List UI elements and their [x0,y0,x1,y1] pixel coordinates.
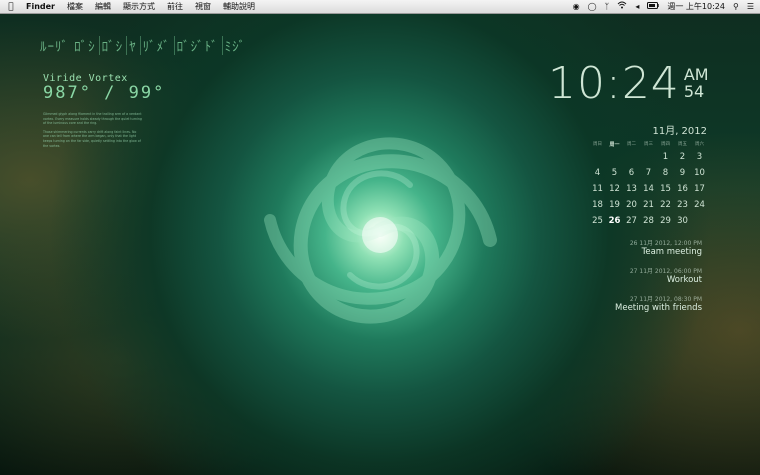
event-title: Meeting with friends [615,303,702,313]
calendar-day[interactable]: 24 [691,199,708,212]
bluetooth-icon[interactable]: ᛉ [605,0,610,13]
volume-icon[interactable]: ◂ [635,0,639,13]
calendar-widget: 11月, 2012 周日 周一 周二 周三 周四 周五 周六 1 2 3 4 5 6 7 8 9 10 11 12 1… [589,122,708,228]
events-list: 26 11月 2012, 12:00 PM Team meeting 27 11月 … [615,238,702,322]
calendar-day[interactable]: 10 [691,167,708,180]
event-item[interactable]: 27 11月 2012, 08:30 PM Meeting with friend… [615,294,702,313]
calendar-title: 11月, 2012 [652,126,707,137]
calendar-day [606,151,623,164]
calendar-day[interactable]: 15 [657,183,674,196]
calendar-day [640,151,657,164]
chat-bubble-icon[interactable]: ◯ [588,0,597,13]
clock-time: 10:24 [548,58,680,109]
galaxy-swirl [264,137,497,324]
wifi-icon[interactable] [617,0,627,13]
calendar-day[interactable]: 4 [589,167,606,180]
alien-glyph-row: ﾙｰﾘﾞ ﾛﾞｼ ﾛﾞｼ ﾔ ﾘﾞﾒﾞ ﾛﾞｼﾞﾄﾞ ﾐｼﾞ [40,36,249,55]
calendar-day[interactable]: 12 [606,183,623,196]
calendar-grid: 周日 周一 周二 周三 周四 周五 周六 1 2 3 4 5 6 7 8 9 10 11 12 13 14 15 16 17 1… [589,141,708,228]
calendar-day[interactable]: 30 [674,215,691,228]
glyph-6: ﾐｼﾞ [224,40,247,55]
calendar-day[interactable]: 3 [691,151,708,164]
calendar-day [691,215,708,228]
calendar-day-today[interactable]: 26 [606,215,623,228]
menubar-clock[interactable]: 週一 上午10:24 [667,1,725,12]
calendar-weekday: 周四 [661,142,670,147]
calendar-weekday: 周一 [609,142,620,148]
menu-window[interactable]: 視窗 [189,0,217,13]
calendar-day[interactable]: 13 [623,183,640,196]
menu-help[interactable]: 輔助說明 [217,0,261,13]
calendar-day[interactable]: 6 [623,167,640,180]
calendar-day[interactable]: 9 [674,167,691,180]
event-title: Team meeting [641,247,702,257]
calendar-day[interactable]: 18 [589,199,606,212]
battery-icon[interactable] [647,0,660,13]
calendar-day[interactable]: 11 [589,183,606,196]
apple-logo-icon[interactable]:  [0,2,22,12]
calendar-day [623,151,640,164]
clock-seconds: 54 [683,82,705,101]
calendar-day[interactable]: 21 [640,199,657,212]
event-item[interactable]: 26 11月 2012, 12:00 PM Team meeting [615,238,702,257]
calendar-day[interactable]: 8 [657,167,674,180]
calendar-day[interactable]: 23 [674,199,691,212]
vortex-paragraph-1: Glimmed glyph along filament in the trai… [43,112,142,126]
calendar-day[interactable]: 19 [606,199,623,212]
menu-view[interactable]: 顯示方式 [117,0,161,13]
clock-ampm: AM [683,65,709,84]
vortex-reading: 987° / 99° [43,83,166,103]
viride-vortex-widget: ﾙｰﾘﾞ ﾛﾞｼ ﾛﾞｼ ﾔ ﾘﾞﾒﾞ ﾛﾞｼﾞﾄﾞ ﾐｼﾞ Viride Vo… [40,36,249,148]
event-title: Workout [666,275,702,285]
calendar-day[interactable]: 22 [657,199,674,212]
event-time: 27 11月 2012, 06:00 PM [629,268,702,275]
glyph-3: ﾔ [129,36,141,55]
calendar-day[interactable]: 17 [691,183,708,196]
calendar-day[interactable]: 16 [674,183,691,196]
calendar-day[interactable]: 7 [640,167,657,180]
event-time: 27 11月 2012, 08:30 PM [629,296,702,303]
calendar-weekday: 周日 [593,142,602,147]
calendar-day[interactable]: 14 [640,183,657,196]
menu-finder[interactable]: Finder [22,0,61,13]
adobe-updater-icon[interactable]: ◉ [573,0,580,13]
glyph-5: ﾛﾞｼﾞﾄﾞ [177,36,223,55]
calendar-day[interactable]: 5 [606,167,623,180]
search-icon[interactable]: ⚲ [733,0,739,13]
glyph-1: ﾙｰﾘﾞ ﾛﾞｼ [40,36,100,55]
calendar-day[interactable]: 2 [674,151,691,164]
calendar-day [589,151,606,164]
calendar-day[interactable]: 1 [657,151,674,164]
calendar-weekday: 周二 [627,142,636,147]
calendar-day[interactable]: 27 [623,215,640,228]
event-item[interactable]: 27 11月 2012, 06:00 PM Workout [615,266,702,285]
menu-edit[interactable]: 編輯 [89,0,117,13]
calendar-day[interactable]: 20 [623,199,640,212]
glyph-2: ﾛﾞｼ [102,36,128,55]
vortex-paragraph-2: Those shimmering currents carry drift al… [43,129,141,148]
menu-file[interactable]: 檔案 [61,0,89,13]
menu-bar:  Finder 檔案 編輯 顯示方式 前往 視窗 輔助說明 ◉ ◯ ᛉ ◂ 週… [0,0,760,14]
calendar-weekday: 周六 [695,142,704,147]
calendar-day[interactable]: 29 [657,215,674,228]
calendar-day[interactable]: 28 [640,215,657,228]
event-time: 26 11月 2012, 12:00 PM [629,240,702,247]
desktop-clock: 10:24 AM 54 [548,60,709,108]
glyph-4: ﾘﾞﾒﾞ [143,36,175,55]
menu-go[interactable]: 前往 [161,0,189,13]
list-icon[interactable]: ☰ [747,0,754,13]
calendar-weekday: 周三 [644,142,653,147]
calendar-day[interactable]: 25 [589,215,606,228]
calendar-weekday: 周五 [678,142,687,147]
